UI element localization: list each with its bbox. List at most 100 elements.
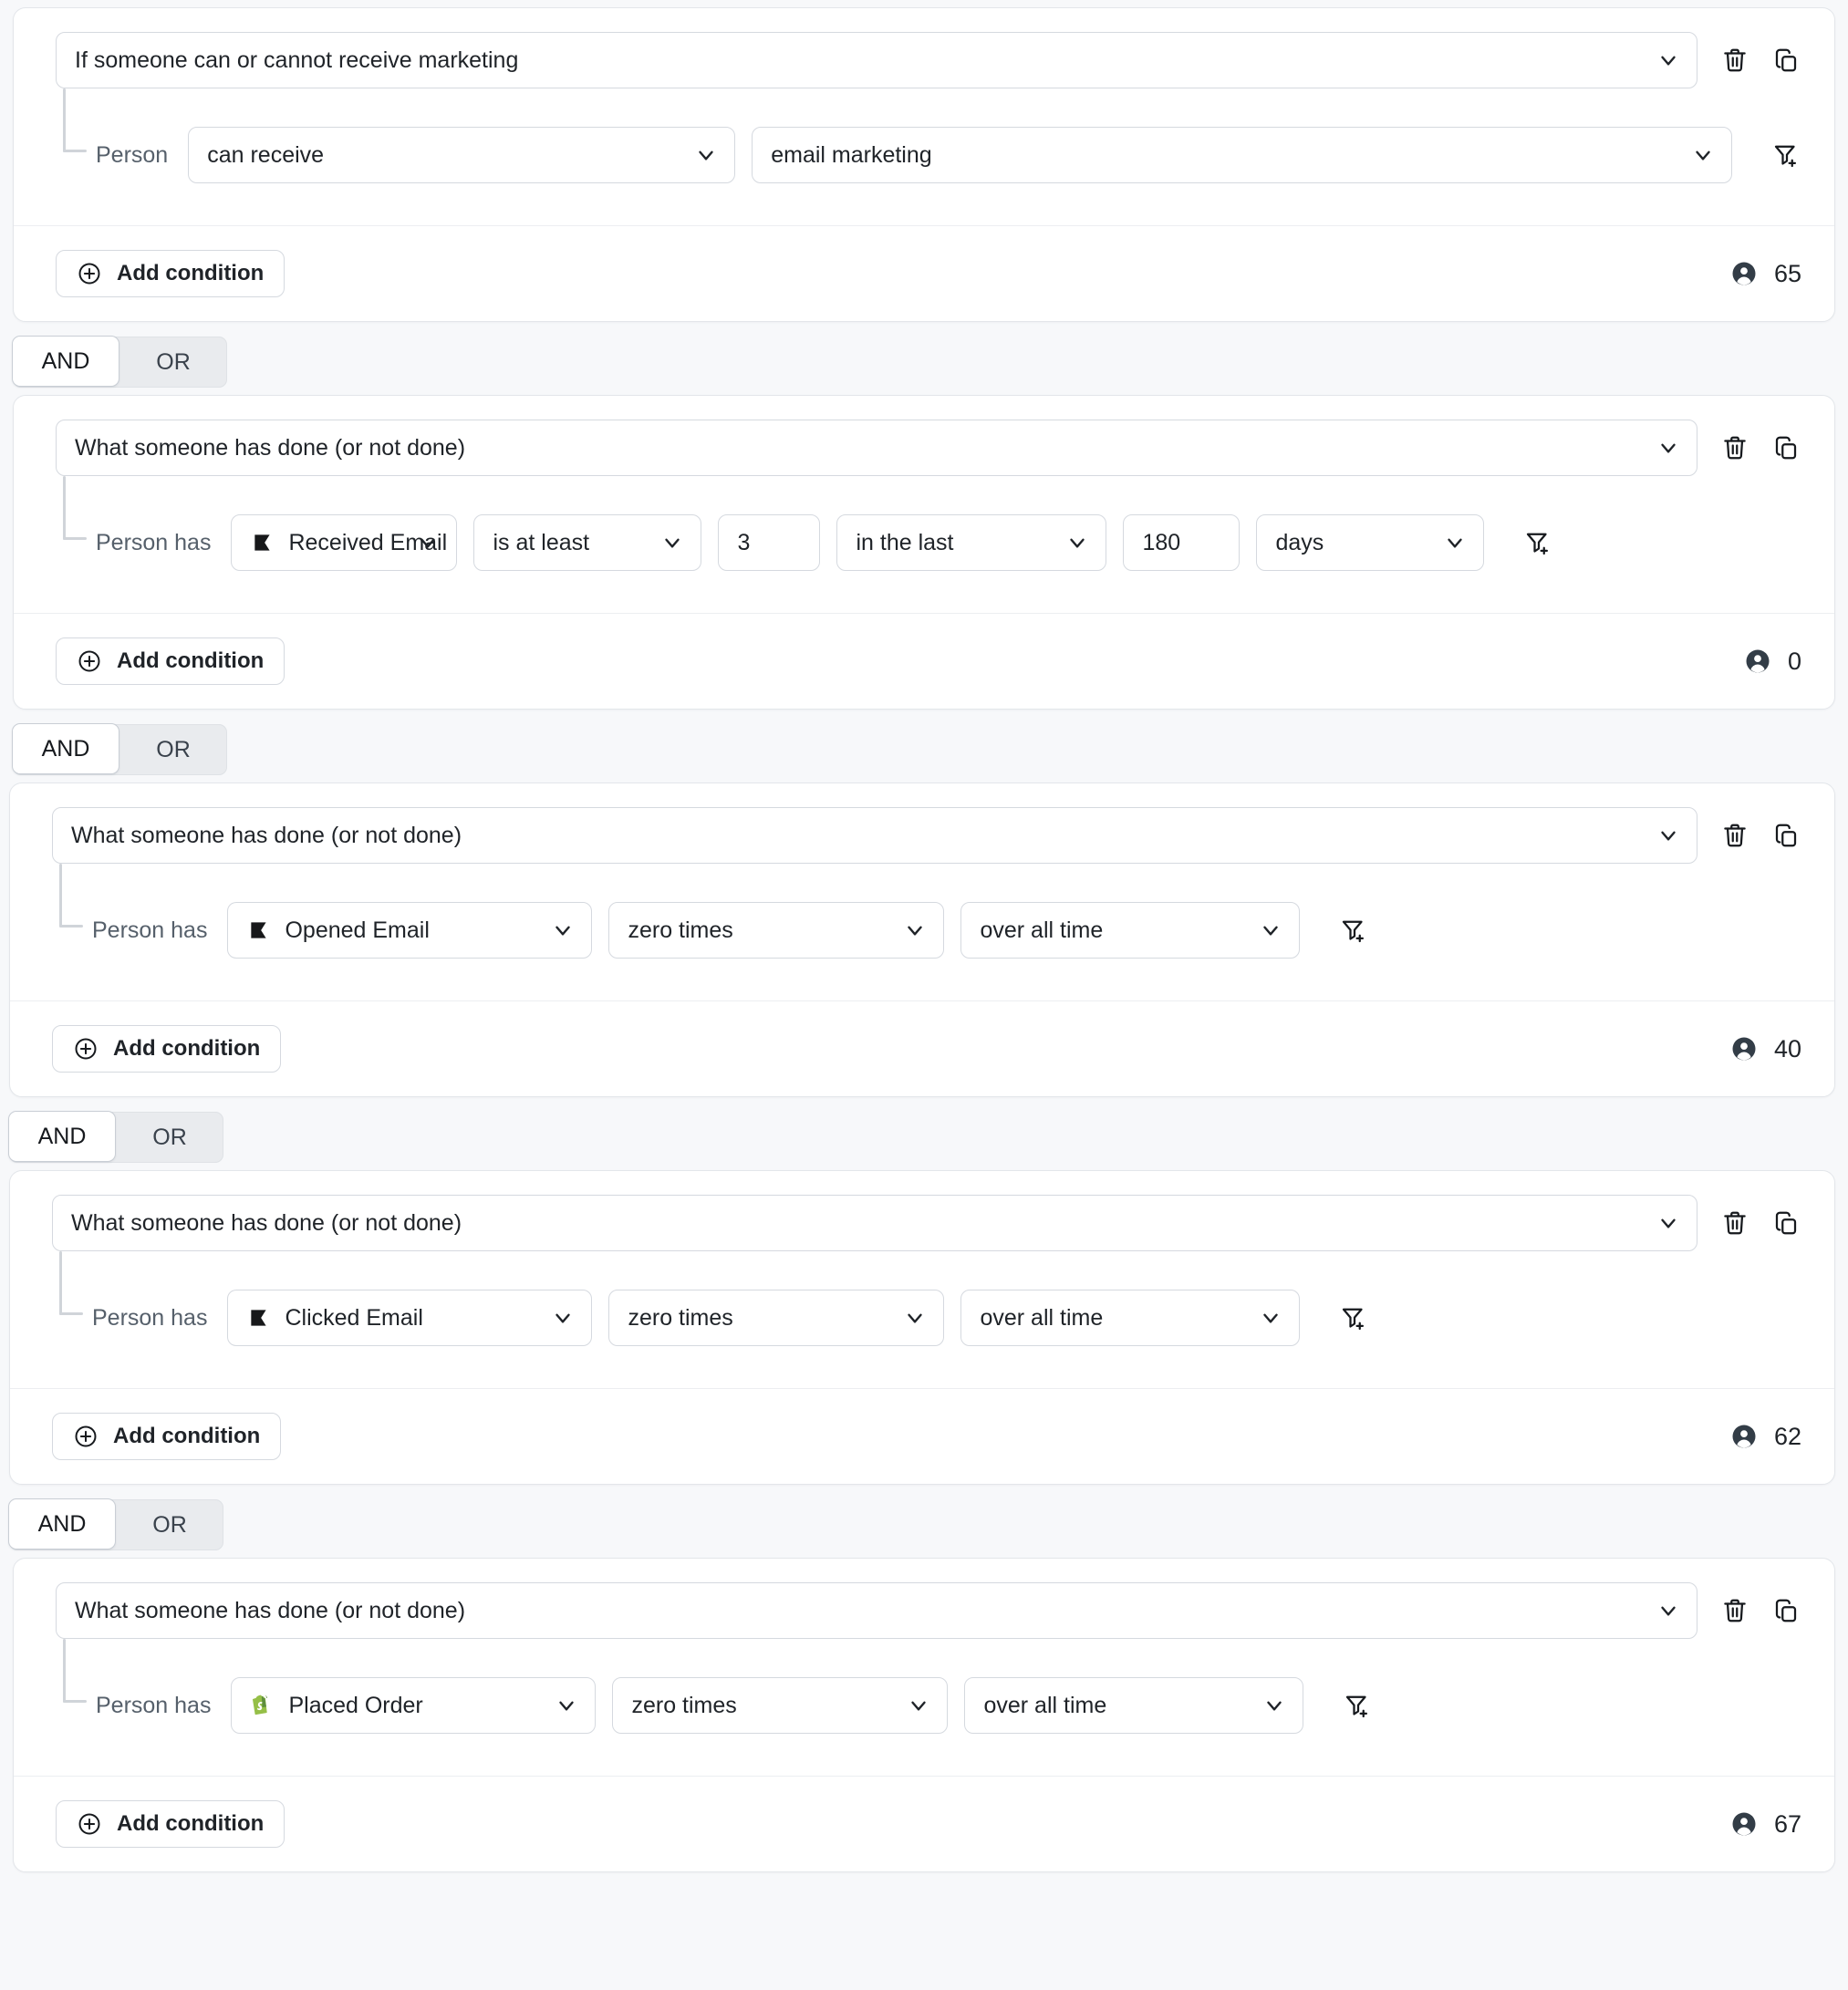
chevron-down-icon: [416, 531, 440, 555]
channel-permission-select[interactable]: can receive: [188, 127, 736, 183]
duplicate-icon[interactable]: [1770, 431, 1801, 464]
trigger-select-value: If someone can or cannot receive marketi…: [75, 47, 519, 73]
chevron-down-icon: [903, 1306, 927, 1330]
chevron-down-icon: [551, 918, 575, 942]
filter-add-icon[interactable]: [1342, 1689, 1373, 1722]
sub-condition-label: Person has: [92, 1304, 208, 1331]
trigger-select[interactable]: What someone has done (or not done): [52, 1195, 1697, 1251]
profile-count-value: 40: [1773, 1034, 1801, 1062]
duration-unit-value: days: [1275, 529, 1324, 555]
filter-add-icon[interactable]: [1770, 139, 1801, 171]
logic-connector: AND OR: [8, 1498, 223, 1550]
tree-connector: [63, 88, 94, 160]
condition-block-body: What someone has done (or not done) Pers…: [10, 1195, 1834, 1346]
add-condition-label: Add condition: [113, 1424, 261, 1448]
count-input[interactable]: 3: [718, 514, 821, 571]
operator-value: is at least: [493, 529, 590, 555]
operator-select[interactable]: is at least: [473, 514, 702, 571]
add-condition-button[interactable]: Add condition: [56, 250, 286, 297]
operator-value: zero times: [631, 1692, 737, 1718]
duration-input[interactable]: 180: [1123, 514, 1241, 571]
profile-count: 40: [1730, 1035, 1801, 1063]
filter-add-icon[interactable]: [1338, 1301, 1369, 1334]
trigger-select[interactable]: What someone has done (or not done): [56, 1582, 1697, 1639]
add-condition-button[interactable]: Add condition: [52, 1413, 282, 1460]
logic-connector: AND OR: [12, 336, 227, 388]
condition-block: What someone has done (or not done) Pers…: [9, 1170, 1835, 1485]
duplicate-icon[interactable]: [1770, 1594, 1801, 1627]
trigger-row-actions: [1719, 1207, 1801, 1239]
add-condition-label: Add condition: [117, 1811, 265, 1836]
sub-condition-wrap: Person has Opened Email zero times over …: [52, 864, 1801, 959]
trash-icon[interactable]: [1719, 1207, 1750, 1239]
metric-select[interactable]: Clicked Email: [227, 1290, 593, 1346]
logic-connector: AND OR: [8, 1111, 223, 1163]
profile-count: 0: [1744, 648, 1801, 676]
operator-value: zero times: [628, 917, 733, 943]
operator-select[interactable]: zero times: [612, 1677, 949, 1734]
person-icon: [1730, 1423, 1758, 1450]
condition-block: What someone has done (or not done) Pers…: [13, 395, 1835, 710]
logic-and-option[interactable]: AND: [12, 336, 119, 387]
plus-circle-icon: [73, 1424, 99, 1449]
trash-icon[interactable]: [1719, 1594, 1750, 1627]
trash-icon[interactable]: [1719, 431, 1750, 464]
sub-condition-label: Person has: [96, 1692, 212, 1718]
trigger-select-value: What someone has done (or not done): [75, 434, 466, 461]
sub-condition-row: Person has Placed Order zero times over …: [96, 1639, 1801, 1734]
metric-select[interactable]: Opened Email: [227, 902, 593, 959]
duplicate-icon[interactable]: [1770, 819, 1801, 852]
trigger-select[interactable]: What someone has done (or not done): [56, 420, 1697, 476]
filter-add-icon[interactable]: [1522, 526, 1553, 559]
trigger-select[interactable]: If someone can or cannot receive marketi…: [56, 32, 1697, 88]
segment-builder: If someone can or cannot receive marketi…: [0, 7, 1848, 1872]
logic-and-option[interactable]: AND: [8, 1498, 116, 1550]
trigger-select-value: What someone has done (or not done): [71, 822, 462, 848]
metric-value: Clicked Email: [285, 1304, 423, 1331]
trigger-row-actions: [1719, 431, 1801, 464]
sub-row-actions: [1338, 914, 1369, 947]
chevron-down-icon: [1259, 1306, 1282, 1330]
condition-block-footer: Add condition 40: [10, 1000, 1834, 1096]
logic-and-option[interactable]: AND: [12, 723, 119, 774]
count-input-value: 3: [737, 529, 751, 555]
logic-or-option[interactable]: OR: [119, 724, 227, 775]
metric-select[interactable]: Received Email: [231, 514, 458, 571]
condition-block-footer: Add condition 65: [14, 225, 1834, 321]
filter-add-icon[interactable]: [1338, 914, 1369, 947]
operator-value: zero times: [628, 1304, 733, 1331]
trash-icon[interactable]: [1719, 819, 1750, 852]
logic-or-option[interactable]: OR: [116, 1112, 223, 1163]
trigger-row-actions: [1719, 819, 1801, 852]
trash-icon[interactable]: [1719, 44, 1750, 77]
add-condition-button[interactable]: Add condition: [56, 1800, 286, 1848]
logic-or-option[interactable]: OR: [119, 337, 227, 388]
duplicate-icon[interactable]: [1770, 1207, 1801, 1239]
timeframe-select[interactable]: over all time: [964, 1677, 1304, 1734]
sub-condition-wrap: Person has Received Email is at least 3 …: [56, 476, 1801, 571]
add-condition-button[interactable]: Add condition: [52, 1025, 282, 1073]
trigger-row-actions: [1719, 1594, 1801, 1627]
timeframe-select[interactable]: in the last: [836, 514, 1107, 571]
timeframe-select[interactable]: over all time: [960, 902, 1301, 959]
trigger-select[interactable]: What someone has done (or not done): [52, 807, 1697, 864]
marketing-channel-select[interactable]: email marketing: [752, 127, 1732, 183]
trigger-row: What someone has done (or not done): [52, 1195, 1801, 1251]
sub-condition-row: Person can receive email marketing: [96, 88, 1801, 183]
chevron-down-icon: [1656, 436, 1680, 460]
logic-and-option[interactable]: AND: [8, 1111, 116, 1162]
chevron-down-icon: [694, 143, 718, 167]
sub-condition-wrap: Person has Placed Order zero times over …: [56, 1639, 1801, 1734]
operator-select[interactable]: zero times: [608, 1290, 945, 1346]
trigger-select-value: What someone has done (or not done): [71, 1209, 462, 1236]
tree-connector: [63, 1639, 94, 1710]
operator-select[interactable]: zero times: [608, 902, 945, 959]
timeframe-select[interactable]: over all time: [960, 1290, 1301, 1346]
duplicate-icon[interactable]: [1770, 44, 1801, 77]
duration-unit-select[interactable]: days: [1256, 514, 1485, 571]
metric-select[interactable]: Placed Order: [231, 1677, 597, 1734]
chevron-down-icon: [551, 1306, 575, 1330]
logic-connector: AND OR: [12, 723, 227, 775]
logic-or-option[interactable]: OR: [116, 1499, 223, 1550]
add-condition-button[interactable]: Add condition: [56, 637, 286, 685]
